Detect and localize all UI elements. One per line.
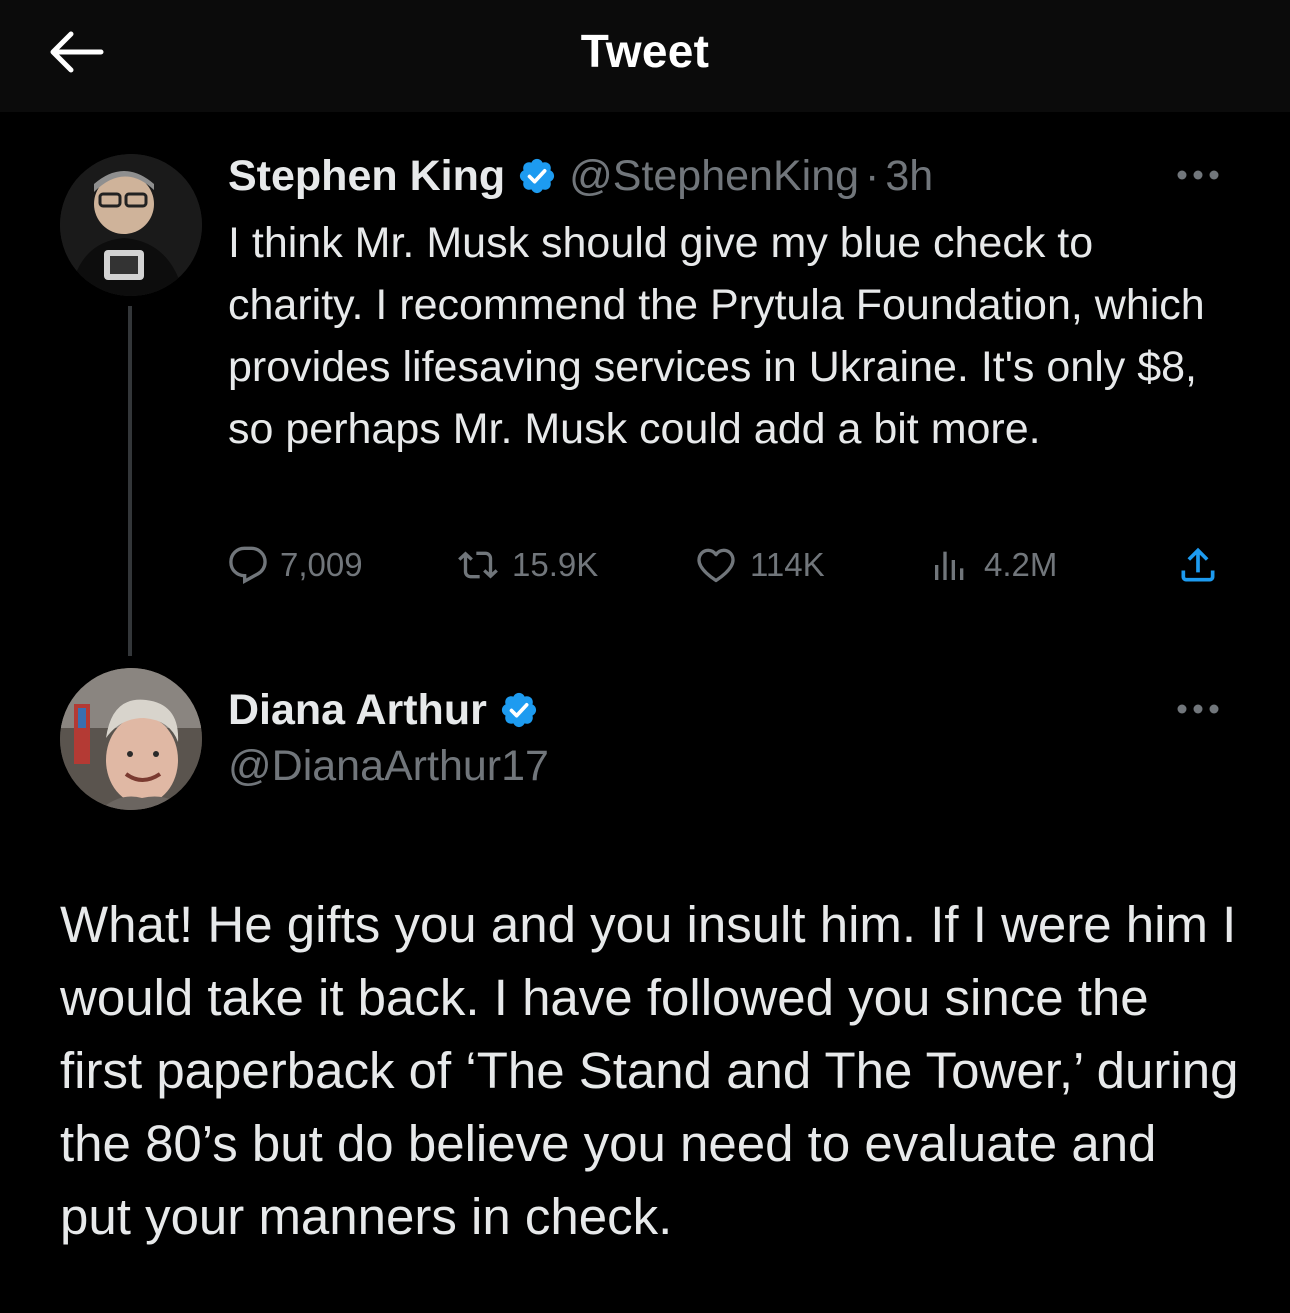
- reply-text: What! He gifts you and you insult him. I…: [60, 896, 1239, 1245]
- more-icon: [1177, 704, 1219, 714]
- like-button[interactable]: 114K: [694, 535, 825, 595]
- views-icon: [935, 551, 964, 580]
- avatar-diana-arthur[interactable]: [60, 668, 202, 810]
- like-count: 114K: [750, 546, 825, 583]
- heart-icon: [697, 548, 735, 583]
- reply-button[interactable]: 7,009: [228, 535, 363, 595]
- tweet-header: Stephen King @StephenKing · 3h: [228, 148, 933, 204]
- verified-badge-icon[interactable]: [517, 156, 557, 196]
- share-icon: [1181, 547, 1215, 582]
- tweet-actions: 7,009 15.9K 114K 4.2M: [228, 535, 1238, 595]
- avatar-stephen-king[interactable]: [60, 154, 202, 296]
- reply-author-name[interactable]: Diana Arthur: [228, 686, 487, 735]
- avatar-image: [60, 668, 202, 810]
- verified-badge-icon[interactable]: [499, 690, 539, 730]
- avatar-image: [60, 154, 202, 296]
- thread-connector: [128, 306, 132, 656]
- page-title: Tweet: [580, 25, 710, 77]
- top-bar: Tweet: [0, 0, 1290, 112]
- share-button[interactable]: [1176, 535, 1220, 595]
- author-name[interactable]: Stephen King: [228, 152, 505, 201]
- retweet-button[interactable]: 15.9K: [456, 535, 598, 595]
- retweet-icon: [458, 551, 498, 579]
- more-options-button[interactable]: [1170, 160, 1226, 190]
- reply-count: 7,009: [280, 546, 363, 583]
- author-handle[interactable]: @StephenKing: [569, 152, 859, 201]
- views-count: 4.2M: [984, 546, 1058, 583]
- tweet-text: I think Mr. Musk should give my blue che…: [228, 219, 1205, 453]
- reply-author-handle[interactable]: @DianaArthur17: [228, 742, 549, 791]
- more-icon: [1177, 170, 1219, 180]
- separator-dot: ·: [865, 151, 880, 200]
- retweet-count: 15.9K: [512, 546, 599, 583]
- reply-icon: [229, 546, 267, 584]
- tweet-time[interactable]: 3h: [885, 152, 933, 201]
- reply-header: Diana Arthur: [228, 682, 551, 738]
- views-button[interactable]: 4.2M: [928, 535, 1057, 595]
- reply-more-options-button[interactable]: [1170, 694, 1226, 724]
